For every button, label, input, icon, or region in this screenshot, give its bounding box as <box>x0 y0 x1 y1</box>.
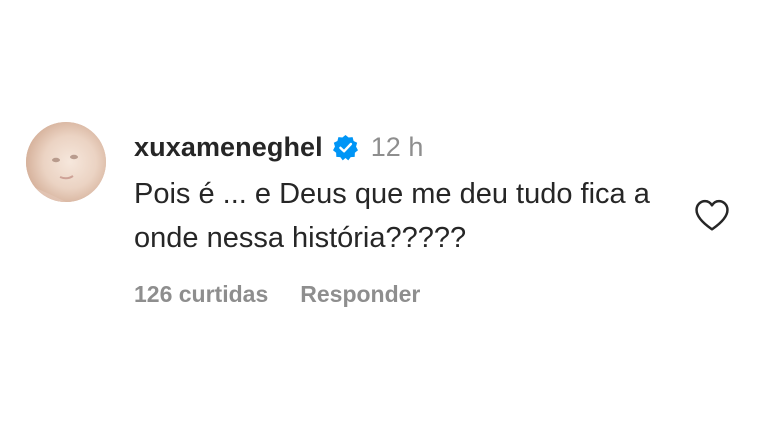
avatar-image <box>26 122 106 202</box>
heart-outline-icon[interactable] <box>693 198 731 232</box>
verified-badge-icon <box>332 134 359 161</box>
username[interactable]: xuxameneghel <box>134 132 323 163</box>
comment-header: xuxameneghel 12 h <box>134 129 423 165</box>
comment-actions: 126 curtidas Responder <box>134 281 420 308</box>
comment-item: xuxameneghel 12 h Pois é ... e Deus que … <box>0 0 766 430</box>
comment-timestamp: 12 h <box>370 131 424 162</box>
avatar[interactable] <box>26 122 106 202</box>
comment-text: Pois é ... e Deus que me deu tudo fica a… <box>134 178 650 254</box>
likes-count[interactable]: 126 curtidas <box>134 281 268 308</box>
reply-button[interactable]: Responder <box>300 281 420 308</box>
